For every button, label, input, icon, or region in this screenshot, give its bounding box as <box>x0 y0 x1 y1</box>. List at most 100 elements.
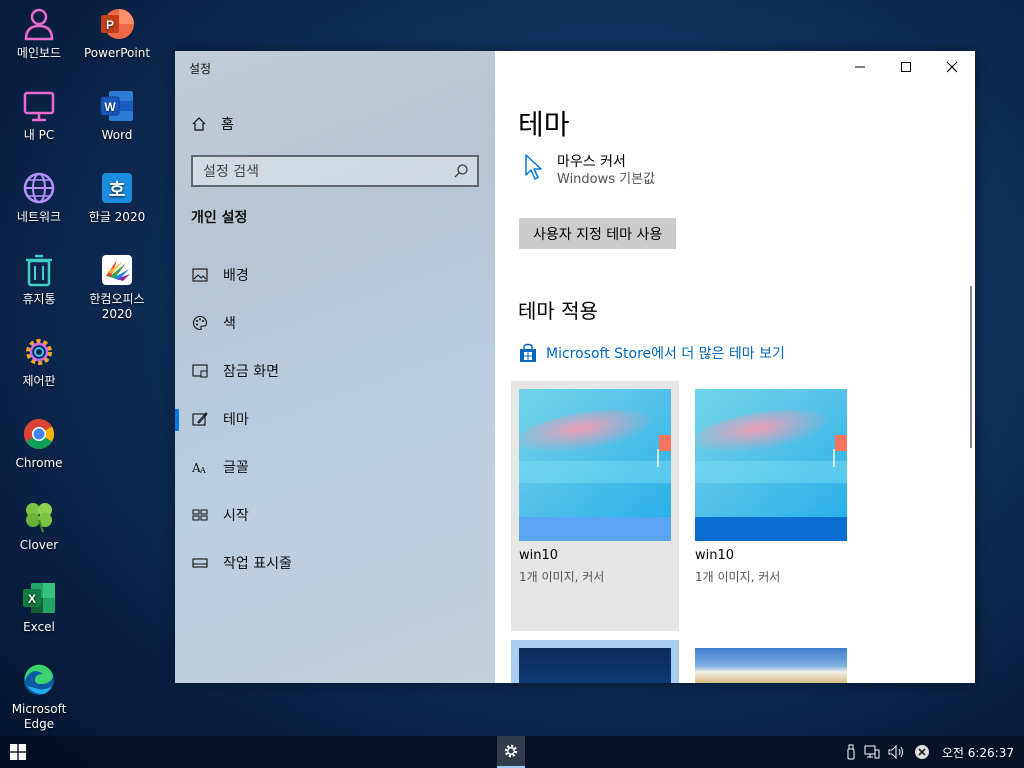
nav-label: 글꼴 <box>223 460 249 476</box>
picture-icon <box>191 266 209 284</box>
desktop-icon-my-pc[interactable]: 내 PC <box>0 88 78 143</box>
taskbar-settings-app[interactable] <box>497 736 525 768</box>
search-icon <box>454 164 468 178</box>
desktop-icon-clover[interactable]: Clover <box>0 498 78 553</box>
nav-label: 시작 <box>223 508 249 524</box>
desktop-icon-excel[interactable]: X Excel <box>0 580 78 635</box>
cursor-value: Windows 기본값 <box>557 172 656 187</box>
theme-name: win10 <box>519 548 559 563</box>
desktop-icon-edge[interactable]: Microsoft Edge <box>0 662 78 732</box>
theme-card-win10-2[interactable]: win10 1개 이미지, 커서 <box>687 381 855 631</box>
windows-logo-icon <box>10 744 26 760</box>
font-icon: AA <box>191 458 209 476</box>
settings-search-input[interactable]: 설정 검색 <box>191 155 479 187</box>
start-icon <box>191 506 209 524</box>
store-bag-icon <box>520 343 536 362</box>
theme-desc: 1개 이미지, 커서 <box>519 570 605 584</box>
cursor-icon <box>525 154 542 180</box>
gear-icon <box>504 744 518 758</box>
theme-card-win10-1[interactable]: win10 1개 이미지, 커서 <box>511 381 679 631</box>
usb-icon[interactable] <box>846 744 856 760</box>
search-placeholder: 설정 검색 <box>203 164 259 180</box>
store-link-label: Microsoft Store에서 더 많은 테마 보기 <box>546 346 785 362</box>
minimize-icon <box>855 66 865 68</box>
custom-theme-button[interactable]: 사용자 지정 테마 사용 <box>519 218 677 249</box>
mouse-cursor-setting[interactable]: 마우스 커서 Windows 기본값 <box>523 153 655 189</box>
close-button[interactable] <box>929 51 975 83</box>
desktop-icon-control-panel[interactable]: 제어판 <box>0 334 78 389</box>
nav-item-theme[interactable]: 테마 <box>175 395 495 443</box>
home-icon <box>192 117 206 131</box>
nav-item-color[interactable]: 색 <box>175 299 495 347</box>
taskbar: 오전 6:26:37 <box>0 736 1024 768</box>
settings-nav: 배경 색 잠금 화면 테마 A A 글꼴 시작 작업 표시줄 <box>175 251 495 587</box>
nav-item-start[interactable]: 시작 <box>175 491 495 539</box>
theme-icon <box>191 410 209 428</box>
store-link[interactable]: Microsoft Store에서 더 많은 테마 보기 <box>518 343 785 363</box>
settings-sidebar: 설정 홈 설정 검색 개인 설정 배경 색 잠금 화면 테마 A A 글꼴 시작… <box>175 51 495 683</box>
trash-icon <box>26 254 52 287</box>
user-board-icon <box>24 8 54 41</box>
lock-screen-icon <box>191 362 209 380</box>
nav-item-fonts[interactable]: AA 글꼴 <box>175 443 495 491</box>
cursor-title: 마우스 커서 <box>557 154 626 170</box>
svg-text:W: W <box>104 100 116 114</box>
nav-label: 색 <box>223 316 236 332</box>
network-icon[interactable] <box>864 745 880 759</box>
maximize-button[interactable] <box>883 51 929 83</box>
chrome-icon <box>23 419 55 450</box>
theme-name: win10 <box>695 548 735 563</box>
word-icon: W <box>100 91 133 121</box>
nav-label: 잠금 화면 <box>223 364 279 380</box>
taskbar-icon <box>191 554 209 572</box>
notification-x-icon[interactable] <box>914 744 930 760</box>
excel-icon: X <box>23 583 55 613</box>
desktop-icon-powerpoint[interactable]: P PowerPoint <box>78 6 156 61</box>
svg-text:A: A <box>199 466 206 474</box>
theme-thumbnail <box>695 648 847 683</box>
clock[interactable]: 오전 6:26:37 <box>942 744 1014 761</box>
nav-item-background[interactable]: 배경 <box>175 251 495 299</box>
start-button[interactable] <box>0 736 36 768</box>
page-title: 테마 <box>518 108 570 141</box>
monitor-icon <box>23 91 55 122</box>
maximize-icon <box>901 62 911 72</box>
nav-label: 배경 <box>223 268 249 284</box>
powerpoint-icon: P <box>101 9 134 39</box>
home-link[interactable]: 홈 <box>191 113 234 135</box>
nav-item-lock-screen[interactable]: 잠금 화면 <box>175 347 495 395</box>
scrollbar[interactable] <box>970 286 972 448</box>
apply-theme-title: 테마 적용 <box>518 299 598 323</box>
theme-thumbnail <box>519 648 671 683</box>
svg-text:X: X <box>28 592 36 606</box>
settings-window: 설정 홈 설정 검색 개인 설정 배경 색 잠금 화면 테마 A A 글꼴 시작… <box>175 51 975 683</box>
desktop-icon-network[interactable]: 네트워크 <box>0 170 78 225</box>
desktop-icon-word[interactable]: W Word <box>78 88 156 143</box>
theme-card-3[interactable] <box>511 640 679 683</box>
theme-thumbnail <box>695 389 847 541</box>
close-icon <box>946 61 958 73</box>
theme-card-4[interactable] <box>687 640 855 683</box>
system-tray: 오전 6:26:37 <box>838 736 1014 768</box>
window-title: 설정 <box>189 62 212 76</box>
section-title: 개인 설정 <box>191 210 248 226</box>
theme-thumbnail <box>519 389 671 541</box>
hancom-icon <box>102 255 132 285</box>
window-controls <box>837 51 975 83</box>
volume-icon[interactable] <box>888 745 906 759</box>
desktop-icon-hangul[interactable]: 호 한글 2020 <box>78 170 156 225</box>
home-label: 홈 <box>221 117 234 133</box>
desktop-icon-hancom-office[interactable]: 한컴오피스 2020 <box>78 252 156 322</box>
nav-item-taskbar[interactable]: 작업 표시줄 <box>175 539 495 587</box>
clover-icon <box>26 503 52 533</box>
desktop-icon-recycle-bin[interactable]: 휴지통 <box>0 252 78 307</box>
svg-text:호: 호 <box>109 180 126 201</box>
desktop-icon-chrome[interactable]: Chrome <box>0 416 78 471</box>
minimize-button[interactable] <box>837 51 883 83</box>
nav-label: 작업 표시줄 <box>223 556 292 572</box>
palette-icon <box>191 314 209 332</box>
control-panel-icon <box>26 339 52 365</box>
nav-label: 테마 <box>223 412 249 428</box>
desktop-icon-mainboard[interactable]: 메인보드 <box>0 6 78 61</box>
theme-desc: 1개 이미지, 커서 <box>695 570 781 584</box>
